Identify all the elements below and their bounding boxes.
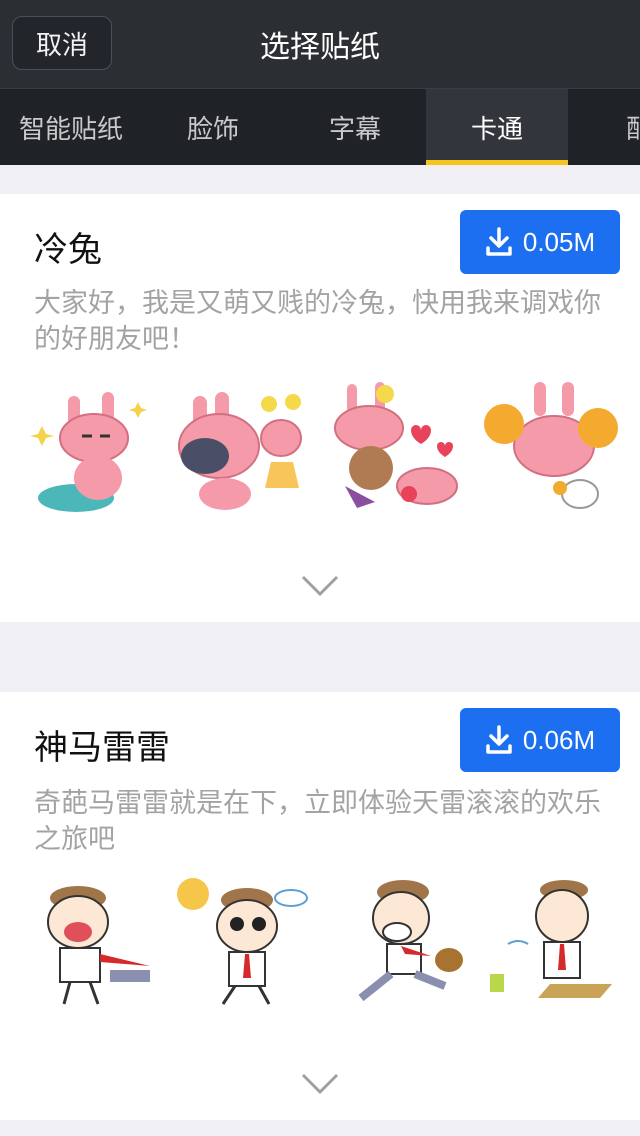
rabbit-sticker-4: [483, 382, 618, 509]
cartoon-man-sticker-2: [177, 878, 309, 1005]
nav-bar: 取消 选择贴纸: [0, 0, 640, 88]
download-icon: [486, 725, 512, 754]
sticker-previews: [20, 376, 620, 516]
sticker-previews: [20, 874, 620, 1014]
cancel-button[interactable]: 取消: [12, 16, 112, 70]
tab-smart-sticker[interactable]: 智能贴纸: [0, 89, 142, 165]
rabbit-sticker-2: [178, 392, 303, 510]
cartoon-man-sticker-4: [489, 880, 612, 998]
tab-cartoon[interactable]: 卡通: [426, 89, 568, 165]
category-tabs: 智能贴纸 脸饰 字幕 卡通 配: [0, 88, 640, 165]
cartoon-man-sticker-3: [358, 880, 463, 1002]
tab-captions[interactable]: 字幕: [284, 89, 426, 165]
download-size: 0.05M: [522, 226, 596, 257]
cartoon-man-sticker-1: [47, 886, 150, 1005]
card-title: 冷兔: [34, 230, 102, 270]
rabbit-sticker-1: [30, 392, 147, 512]
tab-face-decor[interactable]: 脸饰: [142, 89, 284, 165]
card-description: 奇葩马雷雷就是在下，立即体验天雷滚滚的欢乐之旅吧: [34, 788, 601, 855]
download-button[interactable]: 0.05M: [460, 210, 620, 274]
tab-more[interactable]: 配: [568, 89, 640, 165]
download-size: 0.06M: [522, 724, 596, 755]
card-description: 大家好，我是又萌又贱的冷兔，快用我来调戏你的好朋友吧！: [34, 288, 601, 355]
rabbit-sticker-3: [333, 382, 458, 508]
download-icon: [486, 227, 512, 256]
card-title: 神马雷雷: [34, 728, 170, 768]
sticker-card: 神马雷雷 0.06M 奇葩马雷雷就是在下，立即体验天雷滚滚的欢乐之旅吧: [0, 692, 640, 1120]
chevron-down-icon[interactable]: [300, 574, 340, 598]
sticker-card: 冷兔 0.05M 大家好，我是又萌又贱的冷兔，快用我来调戏你的好朋友吧！: [0, 194, 640, 622]
chevron-down-icon[interactable]: [300, 1072, 340, 1096]
download-button[interactable]: 0.06M: [460, 708, 620, 772]
